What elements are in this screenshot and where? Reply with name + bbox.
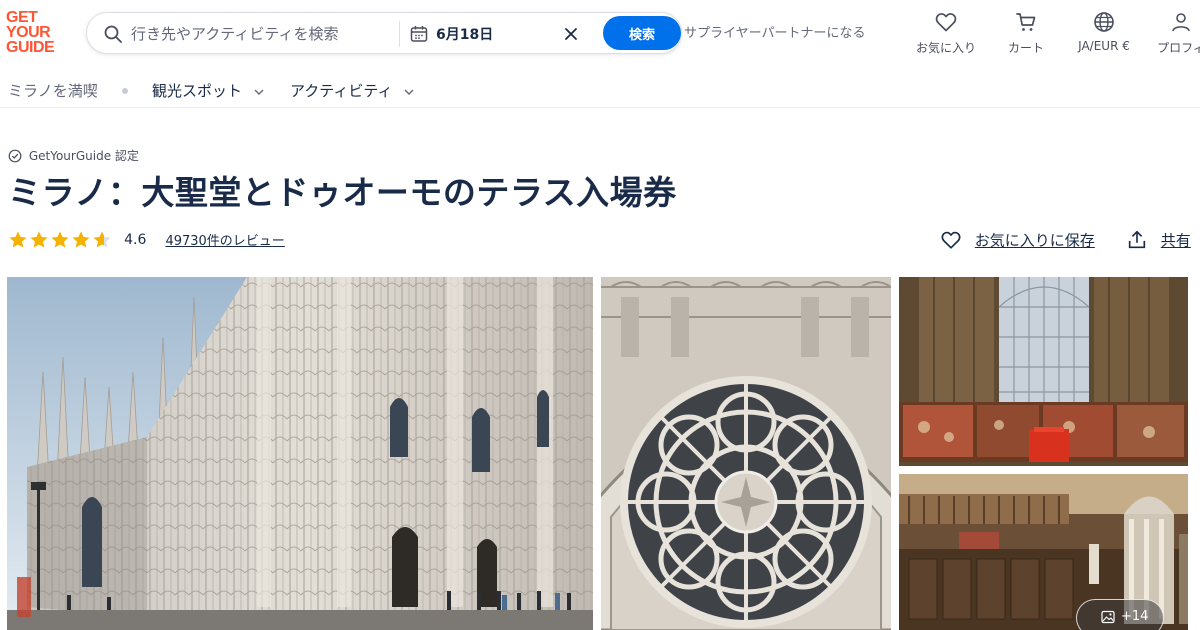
star-icon <box>51 231 69 248</box>
page-title: ミラノ：大聖堂とドゥオーモのテラス入場券 <box>8 173 677 212</box>
share-button[interactable]: 共有 <box>1126 229 1191 251</box>
nav-cart[interactable]: カート <box>996 10 1056 56</box>
image-icon <box>1101 610 1115 624</box>
save-to-wishlist-button[interactable]: お気に入りに保存 <box>940 229 1095 251</box>
rating-value: 4.6 <box>124 231 147 248</box>
getyourguide-logo[interactable]: GET YOUR GUIDE <box>6 9 64 56</box>
photo-gallery: +14 <box>0 277 1200 630</box>
nav-language-currency[interactable]: JA/EUR € <box>1066 10 1142 53</box>
logo-line-1: GET <box>6 9 38 26</box>
chevron-down-icon <box>404 89 414 95</box>
calendar-icon[interactable] <box>409 24 429 44</box>
logo-line-2: YOUR <box>6 24 51 41</box>
nav-profile-label: プロフィ <box>1157 41 1200 55</box>
star-icon <box>72 231 90 248</box>
search-icon <box>104 25 122 43</box>
heart-icon <box>941 231 961 249</box>
search-bar: 6月18日 検索 <box>86 12 682 54</box>
become-supplier-link[interactable]: サプライヤーパートナーになる <box>684 22 865 41</box>
stained-glass-interior-photo[interactable] <box>899 277 1188 466</box>
breadcrumb-separator <box>122 88 128 94</box>
globe-icon <box>1094 12 1114 32</box>
verified-badge-label: GetYourGuide 認定 <box>28 149 139 163</box>
search-divider <box>399 21 400 47</box>
nav-favorites[interactable]: お気に入り <box>910 10 982 56</box>
nav-language-label: JA/EUR € <box>1078 39 1130 53</box>
chevron-down-icon <box>254 89 264 95</box>
share-icon <box>1128 230 1146 249</box>
nav-cart-label: カート <box>1007 41 1044 55</box>
star-icon <box>30 231 48 248</box>
search-input[interactable] <box>131 23 391 45</box>
save-label: お気に入りに保存 <box>974 231 1095 250</box>
duomo-facade-photo[interactable] <box>7 277 593 630</box>
rating-row: 4.6 49730件のレビュー <box>8 229 285 251</box>
logo-line-3: GUIDE <box>6 39 55 56</box>
nav-favorites-label: お気に入り <box>915 41 976 55</box>
menu-activities[interactable]: アクティビティ <box>290 80 415 101</box>
reviews-link[interactable]: 49730件のレビュー <box>165 230 284 249</box>
more-photos-count: +14 <box>1121 609 1149 624</box>
star-icon <box>9 231 27 248</box>
menu-sights[interactable]: 観光スポット <box>152 80 265 101</box>
nav-profile[interactable]: プロフィ <box>1146 10 1200 56</box>
star-icon <box>93 231 111 248</box>
secondary-nav: ミラノを満喫 観光スポット アクティビティ <box>0 70 1200 108</box>
share-label: 共有 <box>1160 231 1191 250</box>
verified-badge: GetYourGuide 認定 <box>8 147 139 164</box>
heart-icon <box>935 13 957 32</box>
menu-activities-label: アクティビティ <box>290 82 393 100</box>
search-button[interactable]: 検索 <box>603 16 681 50</box>
user-icon <box>1172 13 1190 32</box>
more-photos-button[interactable]: +14 <box>1076 599 1164 630</box>
menu-sights-label: 観光スポット <box>152 82 243 100</box>
breadcrumb[interactable]: ミラノを満喫 <box>8 80 98 101</box>
date-selector[interactable]: 6月18日 <box>436 24 493 44</box>
rating-stars <box>8 229 113 250</box>
cart-icon <box>1016 13 1036 31</box>
top-header: GET YOUR GUIDE 6月18日 検索 サプライヤーパートナーになる <box>0 0 1200 68</box>
close-icon[interactable] <box>561 24 581 44</box>
rose-window-photo[interactable] <box>601 277 891 630</box>
verified-check-icon <box>8 149 22 163</box>
